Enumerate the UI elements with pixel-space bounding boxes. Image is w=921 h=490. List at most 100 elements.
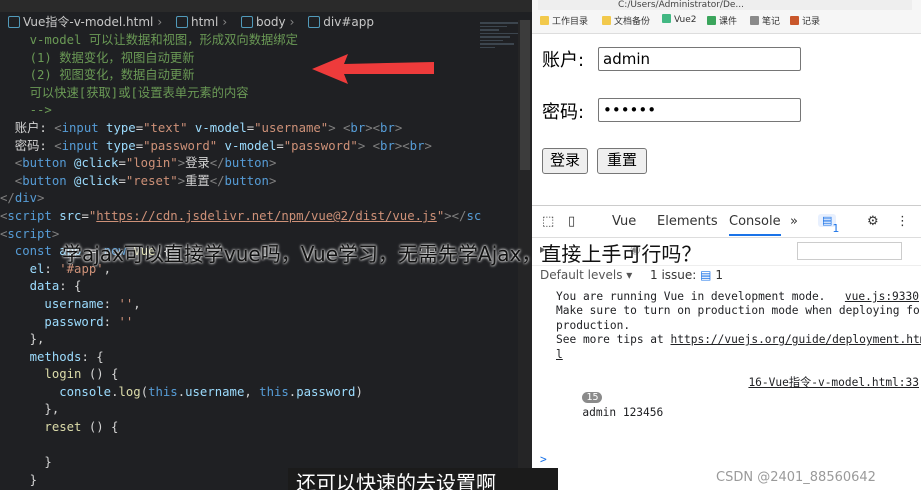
code-token: > [51,226,60,241]
code-line[interactable]: }, [0,401,480,419]
login-button[interactable]: 登录 [542,148,588,174]
code-token: password [296,384,356,399]
code-line[interactable] [0,437,480,455]
log-levels-dropdown[interactable]: Default levels ▾ [540,268,632,282]
device-toolbar-icon[interactable]: ▯ [568,214,575,229]
code-line[interactable]: 账户: <input type="text" v-model="username… [0,120,480,138]
code-line[interactable]: password: '' [0,314,480,332]
tab-vue[interactable]: Vue [612,214,636,229]
console-line: See more tips at https://vuejs.org/guide… [532,333,921,347]
code-line[interactable]: 密码: <input type="password" v-model="pass… [0,138,480,156]
code-token: "text" [143,120,188,135]
code-token: @click [66,156,119,171]
breadcrumb-body[interactable]: body [256,15,286,29]
code-line[interactable]: console.log(this.username, this.password… [0,384,480,402]
bookmark-item[interactable]: 课件 [707,14,737,27]
tab-elements[interactable]: Elements [657,214,718,229]
code-line[interactable]: v-model 可以让数据和视图，形成双向数据绑定 [0,32,480,50]
console-source-link[interactable]: vue.js:9330 [845,290,919,304]
code-token: login [0,367,82,382]
code-token: button [224,173,269,188]
issues-badge[interactable]: ▤ 1 [818,214,839,235]
code-line[interactable]: 可以快速[获取]或[设置表单元素的内容 [0,85,480,103]
code-line[interactable]: }, [0,331,480,349]
console-prompt[interactable]: > [532,453,921,467]
folder-icon [540,16,549,25]
console-output: You are running Vue in development mode.… [532,290,921,467]
video-subtitle: 还可以快速的去设置啊 [288,468,558,490]
password-input[interactable]: •••••• [598,98,801,122]
code-token: br [380,138,395,153]
bookmark-icon [750,16,759,25]
code-line[interactable]: data: { [0,278,480,296]
console-line: You are running Vue in development mode.… [556,290,919,304]
code-token: = [81,208,89,223]
gear-icon[interactable]: ⚙ [867,214,879,229]
code-token: log [118,384,141,399]
code-token: src [51,208,82,223]
log-source-link[interactable]: 16-Vue指令-v-model.html:33 [748,376,919,390]
code-token: 账户: [0,120,55,135]
more-tabs-button[interactable]: » [790,214,798,229]
code-token: 可以快速[获取]或[设置表单元素的内容 [0,85,249,100]
code-token: button [22,173,67,188]
code-token: script [7,226,52,241]
code-line[interactable]: <button @click="login">登录</button> [0,155,480,173]
code-line[interactable]: </div> [0,190,480,208]
code-token: < [0,156,23,171]
vue-logo-icon [662,14,671,23]
code-token: > [177,173,186,188]
minimap[interactable] [480,20,518,90]
code-token: type [98,138,136,153]
code-token: console [0,384,112,399]
code-line[interactable]: <button @click="reset">重置</button> [0,173,480,191]
bookmark-item[interactable]: 笔记 [750,14,780,27]
breadcrumb-div[interactable]: div#app [323,15,374,29]
bookmark-item[interactable]: 记录 [790,14,820,27]
code-token: }, [0,332,45,347]
code-token: v-model 可以让数据和视图，形成双向数据绑定 [0,33,298,47]
code-token: 重置 [185,173,210,188]
code-token: '' [118,314,134,329]
breadcrumb-file[interactable]: Vue指令-v-model.html [23,15,153,29]
code-token: < [54,138,62,153]
username-input[interactable]: admin [598,47,801,71]
console-line: l [556,347,563,361]
code-line[interactable]: <script src="https://cdn.jsdelivr.net/np… [0,208,481,226]
code-token: "password" [283,138,358,153]
address-bar[interactable]: C:/Users/Administrator/De... [538,0,912,10]
inspect-icon[interactable]: ⬚ [542,214,554,229]
console-url-link[interactable]: https://vuejs.org/guide/deployment.htm [671,333,921,346]
breadcrumb-html[interactable]: html [191,15,218,29]
code-line[interactable]: --> [0,102,480,120]
code-token: br [380,120,395,135]
code-token: } [0,455,52,470]
account-label: 账户: [542,50,585,71]
code-token: > [37,191,45,206]
filter-input[interactable] [797,242,902,260]
password-label: 密码: [542,102,585,123]
code-token: 密码: [0,138,55,153]
code-line[interactable]: username: '', [0,296,480,314]
article-title-overlay: 学ajax可以直接学vue吗，Vue学习，无需先学Ajax，直接上手可行吗？ [62,242,702,266]
watermark: CSDN @2401_88560642 [716,470,876,485]
reset-button[interactable]: 重置 [597,148,647,174]
bookmark-item[interactable]: 工作目录 [540,14,588,27]
code-token: "login" [125,156,178,171]
code-token: ( [140,384,149,399]
issue-icon: ▤ [700,268,712,282]
code-token: = [118,156,126,171]
code-token: </ [209,156,225,171]
code-token: > [268,173,277,188]
kebab-menu-icon[interactable]: ⋮ [896,214,909,229]
code-line[interactable]: methods: { [0,349,480,367]
code-line[interactable]: login () { [0,366,480,384]
issue-counter[interactable]: 1 issue: ▤ 1 [650,268,723,282]
code-line[interactable]: reset () { [0,419,480,437]
bookmark-item[interactable]: 文档备份 [602,14,650,27]
bookmark-item[interactable]: Vue2 [662,14,697,25]
tab-console[interactable]: Console [729,214,781,236]
bookmarks-bar: C:/Users/Administrator/De... 工作目录 文档备份 V… [532,0,921,34]
